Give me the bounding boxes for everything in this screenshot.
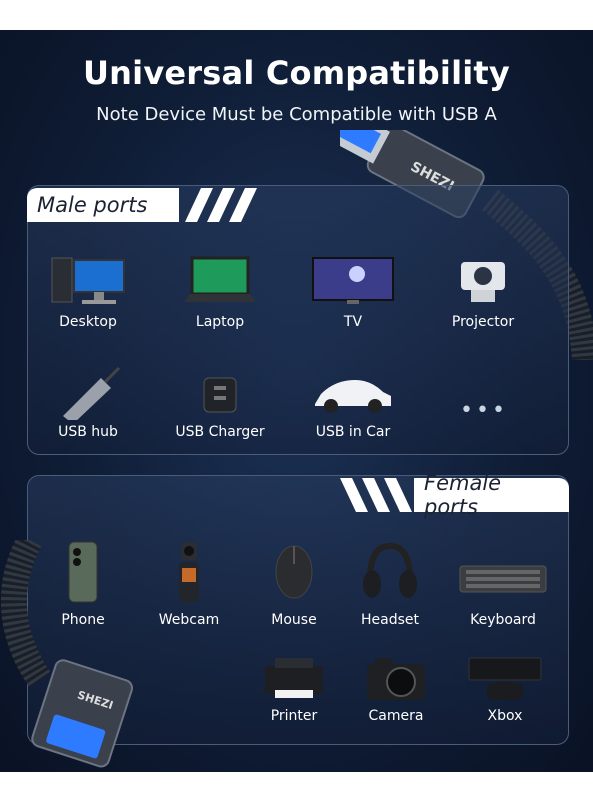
- webcam-icon: [179, 542, 199, 602]
- usb-charger-icon: [203, 377, 237, 413]
- product-poster: Universal Compatibility Note Device Must…: [0, 30, 593, 772]
- female-item-mouse: Mouse: [239, 538, 349, 628]
- item-label: USB in Car: [315, 424, 391, 440]
- item-label: TV: [343, 314, 363, 330]
- male-item-laptop: Laptop: [165, 254, 275, 330]
- car-icon: [315, 380, 391, 413]
- item-label: Laptop: [195, 314, 245, 330]
- page-title: Universal Compatibility: [83, 54, 510, 92]
- male-item-usb-charger: USB Charger: [165, 364, 275, 440]
- item-label: Camera: [368, 708, 424, 724]
- xbox-icon: [468, 657, 542, 700]
- tag-stripes-decoration: [185, 188, 257, 222]
- printer-icon: [265, 658, 323, 698]
- item-label: USB hub: [58, 424, 118, 440]
- female-ports-tag: Female ports: [414, 471, 569, 519]
- usb-a-female-connector: SHEZI: [0, 540, 134, 768]
- male-item-projector: Projector: [428, 254, 538, 330]
- item-label: Projector: [451, 314, 515, 330]
- item-label: Desktop: [59, 314, 117, 330]
- tv-icon: [312, 257, 394, 304]
- female-item-xbox: Xbox: [450, 654, 560, 724]
- item-label: USB Charger: [175, 424, 265, 440]
- male-ports-tag: Male ports: [27, 188, 179, 222]
- keyboard-icon: [459, 565, 547, 593]
- male-item-usb-in-car: USB in Car: [298, 364, 408, 440]
- item-label: Xbox: [487, 708, 523, 724]
- projector-icon: [461, 262, 505, 302]
- item-label: Headset: [360, 612, 419, 628]
- male-item-desktop: Desktop: [33, 254, 143, 330]
- female-item-headset: Headset: [335, 538, 445, 628]
- male-item-tv: TV: [298, 254, 408, 330]
- laptop-icon: [184, 256, 256, 302]
- female-item-camera: Camera: [341, 654, 451, 724]
- mouse-icon: [275, 545, 313, 599]
- page-subtitle: Note Device Must be Compatible with USB …: [96, 104, 497, 125]
- camera-icon: [367, 658, 425, 700]
- tag-stripes-decoration: [340, 478, 412, 512]
- desktop-icon: [51, 257, 125, 304]
- item-label: Keyboard: [470, 612, 536, 628]
- item-label: Mouse: [271, 612, 317, 628]
- more-devices-indicator: •••: [460, 398, 508, 423]
- male-ports-panel: Male ports Desktop Laptop TV Projector U…: [27, 185, 569, 455]
- headset-icon: [363, 542, 417, 598]
- female-item-printer: Printer: [239, 654, 349, 724]
- male-item-usb-hub: USB hub: [33, 364, 143, 440]
- item-label: Printer: [270, 708, 318, 724]
- usb-hub-icon: [63, 366, 121, 420]
- female-item-keyboard: Keyboard: [448, 538, 558, 628]
